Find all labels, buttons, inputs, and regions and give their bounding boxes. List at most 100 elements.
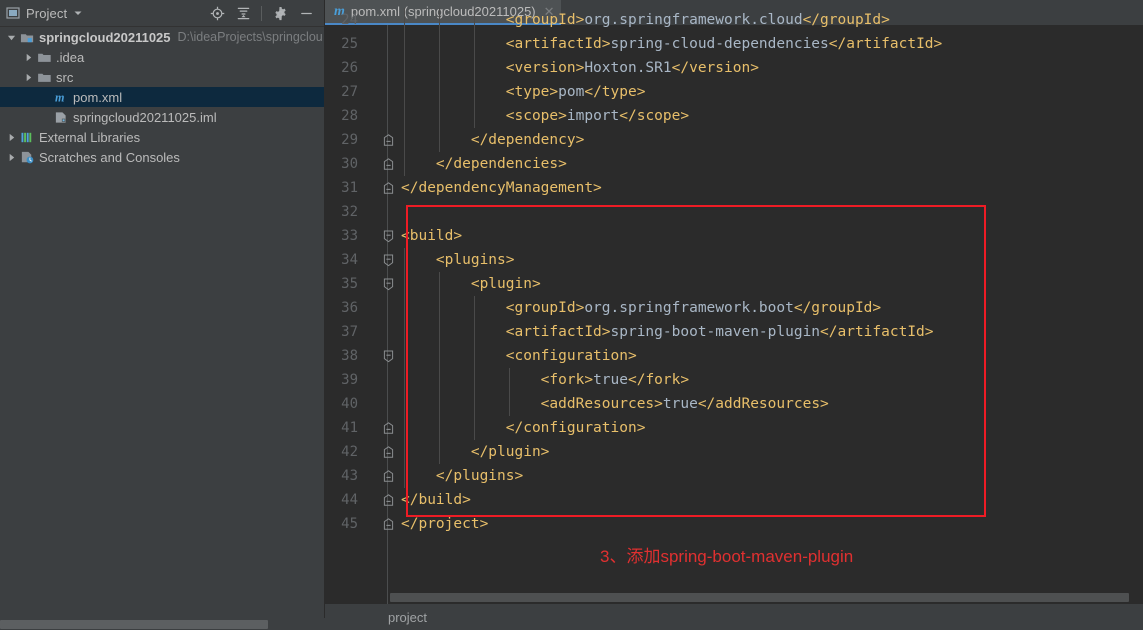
xml-tag: </groupId> bbox=[802, 12, 890, 28]
gear-icon[interactable] bbox=[268, 2, 292, 24]
code-editor[interactable]: 24 <groupId>org.springframework.cloud</g… bbox=[325, 8, 1143, 630]
code-line[interactable]: 35 <plugin> bbox=[325, 272, 1143, 296]
xml-tag: </version> bbox=[671, 60, 759, 76]
code-text: </dependency> bbox=[401, 128, 585, 152]
xml-tag: <artifactId> bbox=[401, 324, 611, 340]
editor-horizontal-scrollbar[interactable] bbox=[388, 592, 1143, 604]
tree-item-label: src bbox=[56, 69, 74, 85]
locate-icon[interactable] bbox=[205, 2, 229, 24]
code-line[interactable]: 24 <groupId>org.springframework.cloud</g… bbox=[325, 8, 1143, 32]
code-text: <addResources>true</addResources> bbox=[401, 392, 829, 416]
line-number: 38 bbox=[341, 348, 358, 364]
project-panel-title-group[interactable]: Project bbox=[6, 6, 205, 21]
tree-item-pom-xml[interactable]: m pom.xml bbox=[0, 87, 324, 107]
xml-tag: <configuration> bbox=[401, 348, 637, 364]
chevron-collapsed-icon[interactable] bbox=[22, 47, 35, 67]
code-line[interactable]: 40 <addResources>true</addResources> bbox=[325, 392, 1143, 416]
xml-value: true bbox=[662, 396, 698, 412]
code-line[interactable]: 36 <groupId>org.springframework.boot</gr… bbox=[325, 296, 1143, 320]
code-text: </plugins> bbox=[401, 464, 523, 488]
code-line[interactable]: 41 </configuration> bbox=[325, 416, 1143, 440]
code-line[interactable]: 28 <scope>import</scope> bbox=[325, 104, 1143, 128]
project-panel-horizontal-scrollbar[interactable] bbox=[0, 618, 325, 630]
breadcrumb-item-project[interactable]: project bbox=[388, 610, 427, 625]
code-line[interactable]: 25 <artifactId>spring-cloud-dependencies… bbox=[325, 32, 1143, 56]
code-line[interactable]: 37 <artifactId>spring-boot-maven-plugin<… bbox=[325, 320, 1143, 344]
project-tree[interactable]: springcloud20211025 D:\ideaProjects\sprin… bbox=[0, 27, 324, 608]
code-text: <type>pom</type> bbox=[401, 80, 646, 104]
line-number: 35 bbox=[341, 276, 358, 292]
code-line[interactable]: 32 bbox=[325, 200, 1143, 224]
libraries-icon bbox=[18, 127, 36, 147]
fold-start-icon[interactable] bbox=[381, 272, 395, 296]
fold-end-icon[interactable] bbox=[381, 176, 395, 200]
tree-item-external-libraries[interactable]: External Libraries bbox=[0, 127, 324, 147]
fold-end-icon[interactable] bbox=[381, 416, 395, 440]
fold-end-icon[interactable] bbox=[381, 128, 395, 152]
xml-tag: </type> bbox=[584, 84, 646, 100]
code-line[interactable]: 29 </dependency> bbox=[325, 128, 1143, 152]
xml-tag: </groupId> bbox=[793, 300, 882, 316]
tree-item-src[interactable]: src bbox=[0, 67, 324, 87]
tree-arrow-placeholder bbox=[39, 107, 52, 127]
xml-tag: </addResources> bbox=[697, 396, 829, 412]
code-line[interactable]: 45 </project> bbox=[325, 512, 1143, 536]
line-number: 42 bbox=[341, 444, 358, 460]
code-line[interactable]: 33 <build> bbox=[325, 224, 1143, 248]
code-lines-container[interactable]: 24 <groupId>org.springframework.cloud</g… bbox=[325, 8, 1143, 604]
fold-start-icon[interactable] bbox=[381, 224, 395, 248]
xml-tag: </artifactId> bbox=[828, 36, 943, 52]
code-text: <groupId>org.springframework.cloud</grou… bbox=[401, 8, 890, 32]
scrollbar-thumb[interactable] bbox=[0, 620, 268, 629]
tree-item-label: pom.xml bbox=[73, 89, 123, 105]
code-line[interactable]: 31 </dependencyManagement> bbox=[325, 176, 1143, 200]
fold-end-icon[interactable] bbox=[381, 440, 395, 464]
xml-value: org.springframework.cloud bbox=[584, 12, 803, 28]
chevron-collapsed-icon[interactable] bbox=[5, 147, 18, 167]
line-number: 44 bbox=[341, 492, 358, 508]
tree-item-springcloud20211025[interactable]: springcloud20211025 D:\ideaProjects\sprin… bbox=[0, 27, 324, 47]
code-text: <plugin> bbox=[401, 272, 541, 296]
xml-tag: </artifactId> bbox=[820, 324, 934, 340]
tree-item-scratches-and-consoles[interactable]: Scratches and Consoles bbox=[0, 147, 324, 167]
tree-item-label: .idea bbox=[56, 49, 85, 65]
line-number: 41 bbox=[341, 420, 358, 436]
folder-icon bbox=[35, 47, 53, 67]
project-window-icon bbox=[6, 6, 20, 20]
code-text: <artifactId>spring-boot-maven-plugin</ar… bbox=[401, 320, 934, 344]
chevron-down-icon[interactable] bbox=[73, 8, 83, 18]
xml-tag: <groupId> bbox=[401, 12, 585, 28]
code-line[interactable]: 38 <configuration> bbox=[325, 344, 1143, 368]
fold-start-icon[interactable] bbox=[381, 344, 395, 368]
collapse-all-icon[interactable] bbox=[231, 2, 255, 24]
code-line[interactable]: 26 <version>Hoxton.SR1</version> bbox=[325, 56, 1143, 80]
line-number: 31 bbox=[341, 180, 358, 196]
tree-item-idea[interactable]: .idea bbox=[0, 47, 324, 67]
tree-item-springcloud20211025-iml[interactable]: springcloud20211025.iml bbox=[0, 107, 324, 127]
scrollbar-thumb[interactable] bbox=[390, 593, 1129, 602]
code-line[interactable]: 34 <plugins> bbox=[325, 248, 1143, 272]
fold-end-icon[interactable] bbox=[381, 464, 395, 488]
xml-value: Hoxton.SR1 bbox=[584, 60, 672, 76]
code-line[interactable]: 27 <type>pom</type> bbox=[325, 80, 1143, 104]
fold-end-icon[interactable] bbox=[381, 152, 395, 176]
xml-tag: </dependencies> bbox=[401, 156, 567, 172]
xml-value: spring-boot-maven-plugin bbox=[610, 324, 821, 340]
code-line[interactable]: 30 </dependencies> bbox=[325, 152, 1143, 176]
code-line[interactable]: 44 </build> bbox=[325, 488, 1143, 512]
fold-start-icon[interactable] bbox=[381, 248, 395, 272]
line-number: 45 bbox=[341, 516, 358, 532]
code-line[interactable]: 43 </plugins> bbox=[325, 464, 1143, 488]
project-tool-window: Project springcloud20211025 D:\ideaProje… bbox=[0, 0, 325, 630]
code-line[interactable]: 42 </plugin> bbox=[325, 440, 1143, 464]
chevron-collapsed-icon[interactable] bbox=[22, 67, 35, 87]
chevron-collapsed-icon[interactable] bbox=[5, 127, 18, 147]
code-text: <artifactId>spring-cloud-dependencies</a… bbox=[401, 32, 943, 56]
fold-end-icon[interactable] bbox=[381, 512, 395, 536]
fold-end-icon[interactable] bbox=[381, 488, 395, 512]
chevron-expanded-icon[interactable] bbox=[5, 27, 18, 47]
code-line[interactable]: 39 <fork>true</fork> bbox=[325, 368, 1143, 392]
xml-tag: </scope> bbox=[619, 108, 690, 124]
line-number: 28 bbox=[341, 108, 358, 124]
minimize-icon[interactable] bbox=[294, 2, 318, 24]
